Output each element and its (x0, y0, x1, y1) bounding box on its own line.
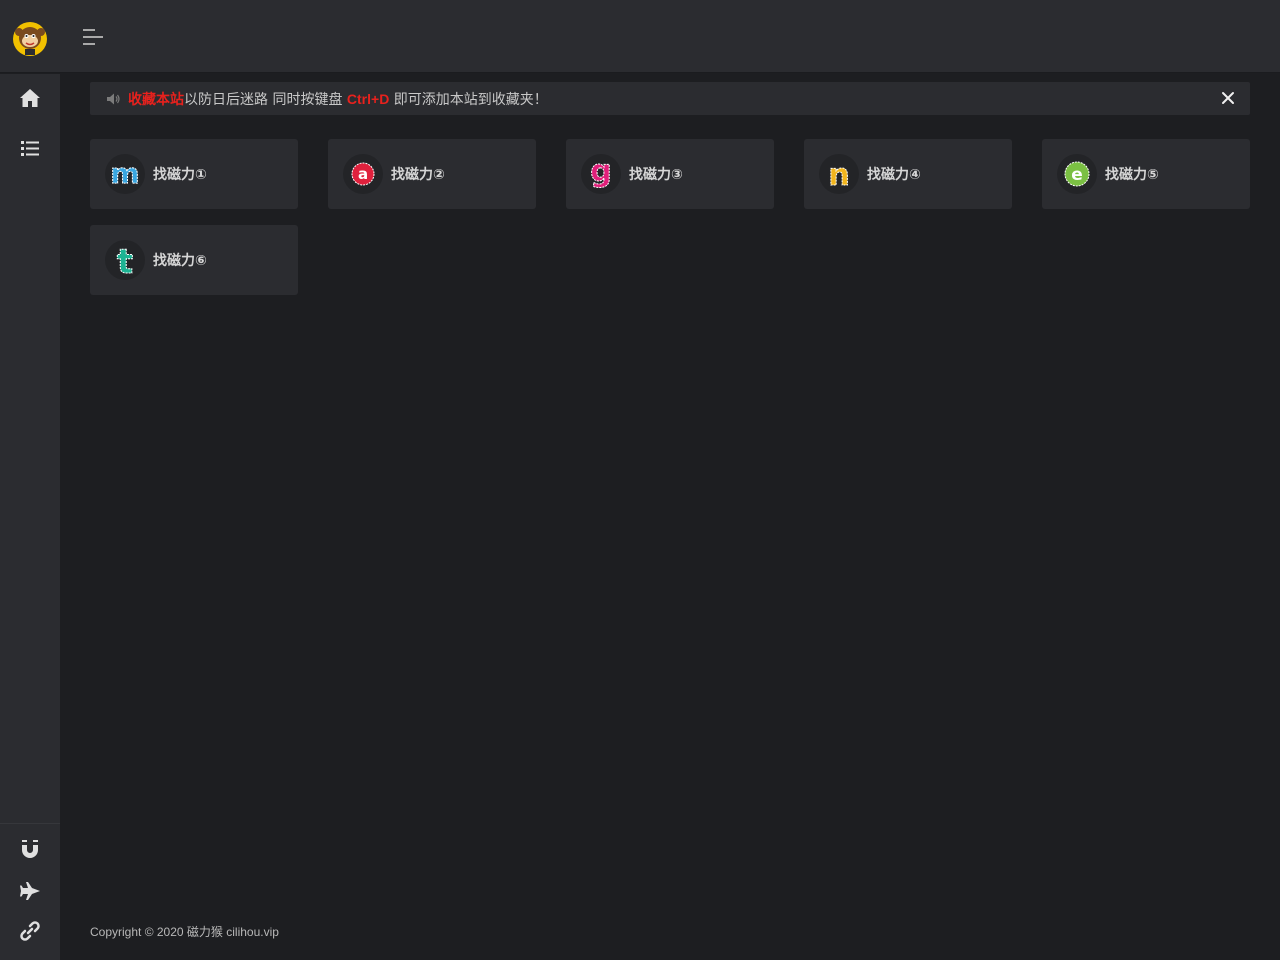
favorite-notice-bar: 收藏本站 以防日后迷路 同时按键盘 Ctrl+D 即可添加本站到收藏夹！ (90, 82, 1250, 115)
sidebar (0, 74, 60, 960)
site-card-label: 找磁力⑥ (153, 253, 207, 269)
site-card-1[interactable]: m 找磁力① (90, 139, 298, 209)
footer-copyright: Copyright © 2020 磁力猴 cilihou.vip (90, 925, 279, 939)
site-card-6[interactable]: t 找磁力⑥ (90, 225, 298, 295)
letter-e-icon: e (1057, 154, 1097, 194)
letter-t-icon: t (105, 240, 145, 280)
site-card-2[interactable]: a 找磁力② (328, 139, 536, 209)
site-card-label: 找磁力⑤ (1105, 167, 1159, 183)
sidebar-item-link[interactable] (0, 911, 60, 951)
close-icon[interactable] (1220, 90, 1236, 106)
speaker-icon (107, 93, 120, 104)
notice-text-2: 即可添加本站到收藏夹！ (389, 91, 548, 108)
site-card-3[interactable]: g 找磁力③ (566, 139, 774, 209)
sidebar-item-list[interactable] (0, 128, 60, 168)
site-card-label: 找磁力① (153, 167, 207, 183)
sidebar-divider (0, 823, 60, 824)
link-icon (20, 921, 40, 941)
svg-text:e: e (1071, 165, 1083, 185)
notice-highlight-shortcut: Ctrl+D (346, 90, 390, 107)
notice-highlight-bookmark: 收藏本站 (128, 90, 184, 107)
site-card-label: 找磁力③ (629, 167, 683, 183)
svg-text:n: n (828, 158, 849, 192)
monkey-logo-icon[interactable] (0, 0, 60, 73)
menu-toggle-icon[interactable] (80, 24, 106, 50)
plane-icon (20, 882, 40, 900)
home-icon (20, 89, 40, 107)
list-icon (21, 141, 39, 156)
site-card-4[interactable]: n 找磁力④ (804, 139, 1012, 209)
sidebar-item-home[interactable] (0, 78, 60, 118)
svg-text:t: t (117, 242, 133, 278)
sidebar-item-plane[interactable] (0, 871, 60, 911)
notice-text-1: 以防日后迷路 同时按键盘 (184, 91, 347, 108)
magnet-icon (22, 840, 38, 858)
svg-text:a: a (358, 165, 368, 183)
top-bar (0, 0, 1280, 73)
svg-text:m: m (110, 157, 139, 190)
letter-a-icon: a (343, 154, 383, 194)
svg-text:g: g (590, 156, 611, 189)
letter-g-icon: g (581, 154, 621, 194)
site-card-label: 找磁力④ (867, 167, 921, 183)
site-card-5[interactable]: e 找磁力⑤ (1042, 139, 1250, 209)
letter-n-icon: n (819, 154, 859, 194)
sidebar-item-magnet[interactable] (0, 830, 60, 870)
site-card-label: 找磁力② (391, 167, 445, 183)
letter-m-icon: m (105, 154, 145, 194)
